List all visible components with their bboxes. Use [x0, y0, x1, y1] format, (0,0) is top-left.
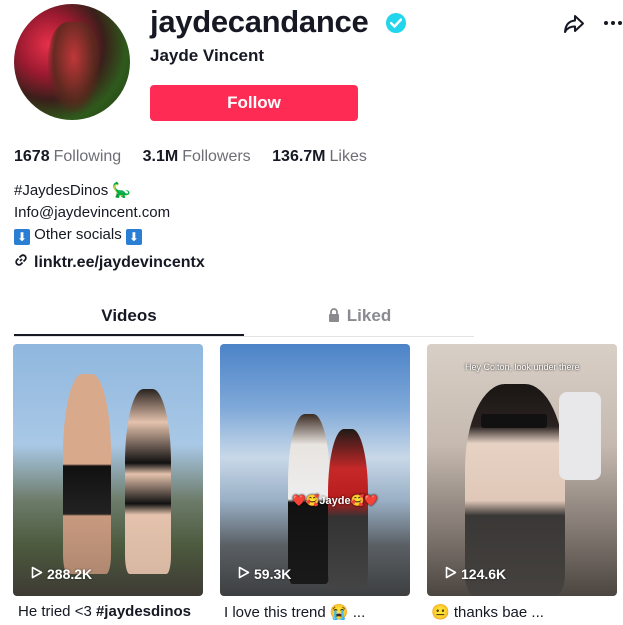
stat-followers[interactable]: 3.1M Followers: [143, 148, 251, 166]
thumbnail-person: [125, 389, 171, 574]
tab-liked[interactable]: Liked: [244, 298, 474, 336]
thumbnail-person: [63, 374, 111, 574]
bio-line-socials: ⬇ Other socials ⬇: [14, 224, 170, 246]
video-thumbnail[interactable]: 288.2K: [13, 344, 203, 596]
video-caption[interactable]: He tried <3 #jaydesdinos: [18, 603, 191, 620]
view-count-value: 124.6K: [461, 566, 507, 582]
play-icon: [31, 566, 43, 582]
more-options-icon[interactable]: [601, 10, 623, 34]
caption-hashtag[interactable]: #jaydesdinos: [96, 603, 191, 620]
down-arrow-icon: ⬇: [14, 229, 30, 245]
link-text: linktr.ee/jaydevincentx: [34, 254, 205, 271]
follow-button[interactable]: Follow: [150, 85, 358, 121]
bio-hashtag: #JaydesDinos: [14, 182, 109, 199]
avatar[interactable]: [14, 4, 130, 120]
tab-label: Videos: [101, 306, 157, 325]
video-overlay-text: Hey Colton, look under there: [465, 362, 580, 372]
dinosaur-emoji-icon: 🦕: [112, 182, 132, 199]
view-count-value: 288.2K: [47, 566, 93, 582]
bio-email: Info@jaydevincent.com: [14, 204, 171, 221]
profile-stats: 1678 Following 3.1M Followers 136.7M Likes: [14, 148, 384, 166]
link-icon: [14, 253, 30, 272]
thumbnail-person: [328, 429, 368, 589]
view-count: 288.2K: [31, 566, 92, 582]
profile-link[interactable]: linktr.ee/jaydevincentx: [14, 253, 205, 272]
thumbnail-sunglasses: [481, 414, 547, 428]
nickname: Jayde Vincent: [150, 46, 265, 65]
stat-value: 136.7M: [272, 148, 326, 165]
play-icon: [445, 566, 457, 582]
caption-text: He tried <3: [18, 603, 96, 620]
video-caption[interactable]: I love this trend 😭 ...: [224, 603, 365, 621]
bio: #JaydesDinos 🦕 Info@jaydevincent.com ⬇ O…: [14, 180, 170, 246]
video-overlay-text: ❤️🥰Jayde🥰❤️: [292, 495, 378, 507]
active-tab-indicator: [14, 334, 244, 336]
share-icon[interactable]: [562, 12, 586, 36]
tab-label: Liked: [346, 306, 392, 325]
stat-value: 3.1M: [142, 148, 179, 165]
lock-icon: [327, 299, 341, 322]
video-caption[interactable]: 😐 thanks bae ...: [431, 603, 544, 621]
down-arrow-icon: ⬇: [125, 229, 142, 245]
bio-socials-text: Other socials: [34, 226, 122, 243]
view-count: 124.6K: [445, 566, 506, 582]
video-thumbnail[interactable]: ❤️🥰Jayde🥰❤️ 59.3K: [220, 344, 410, 596]
verified-badge-icon: [386, 13, 406, 33]
username: jaydecandance: [150, 4, 369, 39]
view-count-value: 59.3K: [254, 566, 292, 582]
bio-line-hashtag: #JaydesDinos 🦕: [14, 180, 170, 202]
tab-videos[interactable]: Videos: [14, 298, 244, 336]
stat-value: 1678: [14, 148, 50, 165]
stat-label: Following: [53, 148, 122, 165]
stat-label: Followers: [182, 148, 251, 165]
stat-label: Likes: [329, 148, 367, 165]
profile-tabs: Videos Liked: [14, 298, 474, 337]
play-icon: [238, 566, 250, 582]
stat-following[interactable]: 1678 Following: [14, 148, 121, 166]
thumbnail-phone: [559, 392, 601, 480]
stat-likes: 136.7M Likes: [272, 148, 367, 166]
video-thumbnail[interactable]: Hey Colton, look under there 124.6K: [427, 344, 617, 596]
view-count: 59.3K: [238, 566, 291, 582]
avatar-figure: [48, 22, 100, 112]
